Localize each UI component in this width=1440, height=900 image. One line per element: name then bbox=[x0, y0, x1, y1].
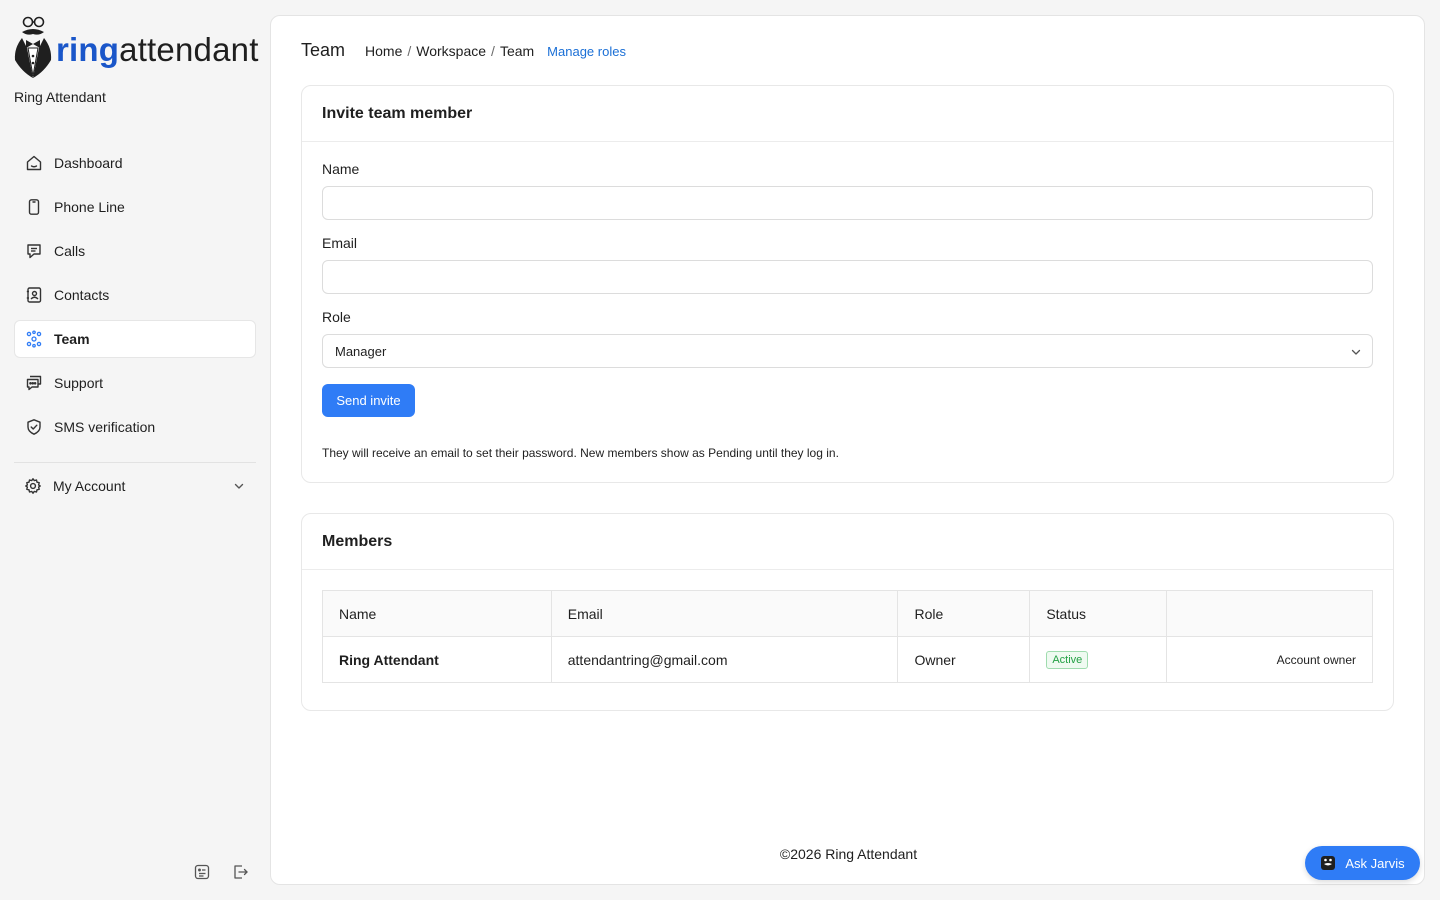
send-invite-button[interactable]: Send invite bbox=[322, 384, 415, 417]
role-select-value: Manager bbox=[335, 343, 387, 359]
name-label: Name bbox=[322, 161, 360, 177]
breadcrumb-workspace[interactable]: Workspace bbox=[416, 43, 486, 59]
sidebar-item-label: SMS verification bbox=[54, 419, 156, 435]
breadcrumb-separator: / bbox=[491, 43, 495, 59]
column-header-role: Role bbox=[897, 590, 1031, 637]
team-icon bbox=[25, 330, 43, 348]
page-header: Team Home / Workspace / Team Manage role… bbox=[301, 40, 626, 61]
sidebar-item-label: Team bbox=[54, 331, 90, 347]
member-note: Account owner bbox=[1166, 636, 1373, 683]
brand-logo[interactable]: ringattendant bbox=[12, 14, 258, 80]
logout-icon[interactable] bbox=[230, 862, 249, 881]
role-select[interactable]: Manager bbox=[322, 334, 1373, 368]
breadcrumb: Home / Workspace / Team bbox=[365, 43, 534, 59]
status-badge: Active bbox=[1046, 651, 1089, 669]
chevron-down-icon bbox=[1350, 346, 1362, 361]
invite-card-title: Invite team member bbox=[302, 86, 1393, 142]
butler-icon bbox=[1320, 855, 1336, 871]
email-input[interactable] bbox=[322, 260, 1373, 294]
theme-icon[interactable] bbox=[192, 862, 211, 881]
table-header-row: Name Email Role Status bbox=[322, 590, 1373, 637]
sidebar-bottom-actions bbox=[192, 862, 249, 881]
chevron-down-icon bbox=[232, 479, 246, 496]
shield-check-icon bbox=[25, 418, 43, 436]
home-icon bbox=[25, 154, 43, 172]
logo-wordmark: ringattendant bbox=[56, 30, 259, 70]
members-card: Members Name Email Role Status Ring Atte… bbox=[301, 513, 1394, 711]
breadcrumb-home[interactable]: Home bbox=[365, 43, 402, 59]
table-row: Ring Attendant attendantring@gmail.com O… bbox=[322, 636, 1373, 683]
main-panel: Team Home / Workspace / Team Manage role… bbox=[270, 15, 1425, 885]
member-name: Ring Attendant bbox=[322, 636, 552, 683]
invite-card: Invite team member Name Email Role Manag… bbox=[301, 85, 1394, 483]
breadcrumb-team: Team bbox=[499, 43, 535, 59]
sidebar-item-label: Dashboard bbox=[54, 155, 123, 171]
my-account-label: My Account bbox=[53, 478, 126, 494]
member-status-cell: Active bbox=[1029, 636, 1168, 683]
sidebar-item-team[interactable]: Team bbox=[14, 320, 256, 358]
message-icon bbox=[25, 242, 43, 260]
column-header-status: Status bbox=[1029, 590, 1168, 637]
members-card-title: Members bbox=[302, 514, 1393, 570]
phone-icon bbox=[25, 198, 43, 216]
logo-ring-text: ring bbox=[56, 31, 120, 68]
name-input[interactable] bbox=[322, 186, 1373, 220]
sidebar-item-sms-verification[interactable]: SMS verification bbox=[14, 408, 256, 446]
sidebar-divider bbox=[14, 462, 256, 463]
gear-icon bbox=[24, 477, 42, 495]
column-header-email: Email bbox=[550, 590, 899, 637]
ask-jarvis-button[interactable]: Ask Jarvis bbox=[1305, 846, 1420, 880]
column-header-actions bbox=[1166, 590, 1373, 637]
page-title: Team bbox=[301, 40, 346, 60]
org-name: Ring Attendant bbox=[14, 89, 106, 105]
sidebar-item-label: Calls bbox=[54, 243, 86, 259]
sidebar-item-calls[interactable]: Calls bbox=[14, 232, 256, 270]
sidebar: ringattendant Ring Attendant Dashboard P… bbox=[0, 0, 270, 900]
sidebar-item-dashboard[interactable]: Dashboard bbox=[14, 144, 256, 182]
role-label: Role bbox=[322, 309, 351, 325]
email-label: Email bbox=[322, 235, 358, 251]
logo-attendant-text: attendant bbox=[119, 31, 259, 68]
member-email: attendantring@gmail.com bbox=[550, 636, 899, 683]
ask-jarvis-label: Ask Jarvis bbox=[1345, 855, 1405, 871]
sidebar-item-label: Phone Line bbox=[54, 199, 125, 215]
footer-copyright: ©2026 Ring Attendant bbox=[779, 846, 918, 862]
sidebar-item-support[interactable]: Support bbox=[14, 364, 256, 402]
sidebar-item-label: Support bbox=[54, 375, 104, 391]
breadcrumb-separator: / bbox=[407, 43, 412, 59]
invite-help-text: They will receive an email to set their … bbox=[322, 446, 839, 460]
support-icon bbox=[25, 374, 43, 392]
sidebar-item-label: Contacts bbox=[54, 287, 110, 303]
sidebar-item-phone-line[interactable]: Phone Line bbox=[14, 188, 256, 226]
sidebar-nav: Dashboard Phone Line Calls Contacts Team… bbox=[14, 144, 256, 452]
contact-icon bbox=[25, 286, 43, 304]
column-header-name: Name bbox=[322, 590, 552, 637]
butler-logo-icon bbox=[14, 16, 52, 78]
sidebar-item-contacts[interactable]: Contacts bbox=[14, 276, 256, 314]
manage-roles-link[interactable]: Manage roles bbox=[547, 44, 626, 59]
my-account-menu[interactable]: My Account bbox=[14, 467, 256, 505]
members-table: Name Email Role Status Ring Attendant at… bbox=[322, 590, 1373, 683]
member-role: Owner bbox=[897, 636, 1031, 683]
